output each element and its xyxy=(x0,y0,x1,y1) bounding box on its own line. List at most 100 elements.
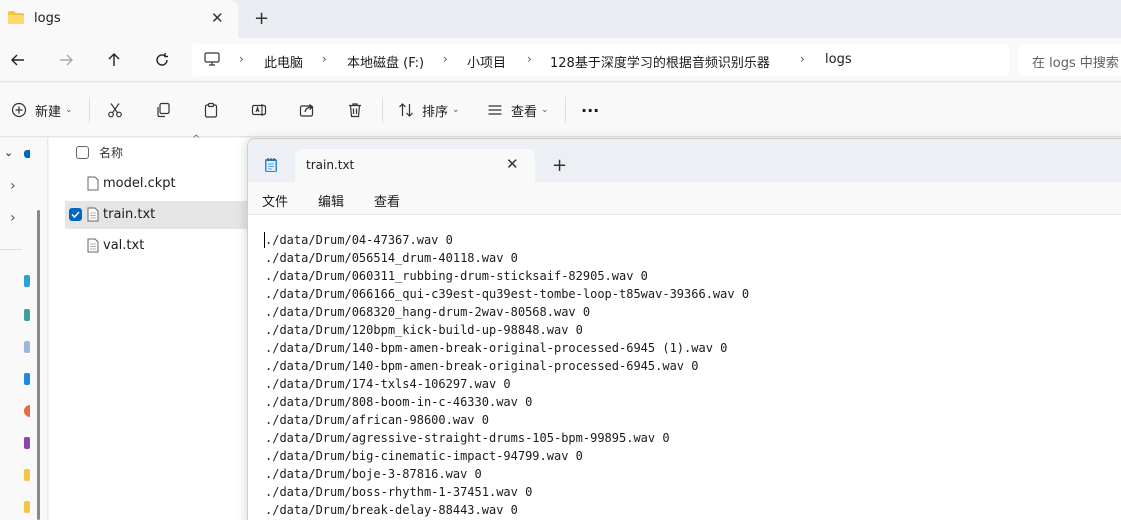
chevron-down-icon: ⌄ xyxy=(452,105,460,115)
trash-icon xyxy=(349,103,361,118)
new-tab-icon[interactable]: + xyxy=(552,155,567,176)
command-bar: 新建 ⌄ 排序 ⌄ 查看 ⌄ ··· xyxy=(0,83,1121,137)
chevron-right-icon: › xyxy=(239,52,244,66)
refresh-icon xyxy=(156,53,168,66)
text-line: ./data/Drum/04-47367.wav 0 xyxy=(265,233,453,247)
view-button-label: 查看 xyxy=(511,104,538,120)
text-line: ./data/Drum/140-bpm-amen-break-original-… xyxy=(265,359,699,373)
chevron-right-icon: › xyxy=(443,52,448,66)
pictures-icon[interactable] xyxy=(24,373,30,385)
scissors-icon xyxy=(108,103,122,118)
home-icon[interactable] xyxy=(24,150,30,158)
back-button[interactable] xyxy=(8,50,28,70)
chevron-right-icon: › xyxy=(322,52,327,66)
file-name: train.txt xyxy=(103,207,156,222)
more-options-button[interactable]: ··· xyxy=(581,100,599,120)
sort-button-label: 排序 xyxy=(422,104,449,120)
text-line: ./data/Drum/boss-rhythm-1-37451.wav 0 xyxy=(265,485,533,499)
divider xyxy=(89,97,90,123)
file-row-val-txt[interactable]: val.txt xyxy=(65,232,249,260)
plus-circle-icon xyxy=(11,102,27,118)
address-bar[interactable]: › 此电脑 › 本地磁盘 (F:) › 小项目 › 128基于深度学习的根据音频… xyxy=(192,44,1009,76)
copy-icon xyxy=(157,102,170,118)
menu-view[interactable]: 查看 xyxy=(374,191,400,210)
notepad-menubar: 文件 编辑 查看 xyxy=(248,182,1121,215)
text-line: ./data/Drum/060311_rubbing-drum-sticksai… xyxy=(265,269,648,283)
refresh-button[interactable] xyxy=(152,50,172,70)
downloads-icon[interactable] xyxy=(24,309,30,321)
new-tab-icon[interactable]: + xyxy=(254,8,269,29)
cut-button[interactable] xyxy=(107,100,123,120)
chevron-right-icon[interactable]: › xyxy=(10,178,16,194)
desktop-icon[interactable] xyxy=(24,275,30,287)
chevron-right-icon[interactable]: › xyxy=(10,210,16,226)
breadcrumb-logs[interactable]: logs xyxy=(825,52,852,67)
back-arrow-icon xyxy=(11,54,24,66)
divider xyxy=(565,97,566,123)
share-icon xyxy=(299,104,314,117)
view-button[interactable]: 查看 ⌄ xyxy=(487,100,549,120)
text-line: ./data/Drum/120bpm_kick-build-up-98848.w… xyxy=(265,323,583,337)
chevron-down-icon[interactable]: ⌄ xyxy=(4,146,13,159)
chevron-right-icon: › xyxy=(800,52,805,66)
file-row-train-txt[interactable]: train.txt xyxy=(65,201,249,229)
paste-button[interactable] xyxy=(203,100,219,120)
navigation-row: › 此电脑 › 本地磁盘 (F:) › 小项目 › 128基于深度学习的根据音频… xyxy=(0,38,1121,82)
column-header-name[interactable]: 名称 xyxy=(99,144,123,161)
music-icon[interactable] xyxy=(24,405,30,417)
breadcrumb-project[interactable]: 128基于深度学习的根据音频识别乐器 xyxy=(550,52,770,71)
text-line: ./data/Drum/african-98600.wav 0 xyxy=(265,413,489,427)
text-line: ./data/Drum/140-bpm-amen-break-original-… xyxy=(265,341,728,355)
folder-icon[interactable] xyxy=(24,501,30,513)
divider xyxy=(382,97,383,123)
clipboard-icon xyxy=(204,102,218,118)
checkbox-checked[interactable] xyxy=(69,208,82,221)
folder-icon xyxy=(8,11,24,24)
notepad-tab-title: train.txt xyxy=(306,158,355,172)
up-arrow-icon xyxy=(108,53,120,66)
menu-edit[interactable]: 编辑 xyxy=(318,191,344,210)
file-name: val.txt xyxy=(103,238,145,253)
delete-button[interactable] xyxy=(347,100,363,120)
close-tab-icon[interactable]: ✕ xyxy=(211,9,224,27)
copy-button[interactable] xyxy=(155,100,171,120)
breadcrumb-drive-f[interactable]: 本地磁盘 (F:) xyxy=(347,52,424,71)
folder-icon[interactable] xyxy=(24,469,30,481)
breadcrumb-this-pc[interactable]: 此电脑 xyxy=(264,52,303,71)
text-file-icon xyxy=(87,238,99,253)
notepad-window: train.txt ✕ + 文件 编辑 查看 ./data/Drum/04-47… xyxy=(247,138,1121,520)
navigation-scrollbar[interactable] xyxy=(37,210,40,520)
up-button[interactable] xyxy=(104,50,124,70)
notepad-text-area[interactable]: ./data/Drum/04-47367.wav 0 ./data/Drum/05… xyxy=(265,231,1121,519)
file-row-model-ckpt[interactable]: model.ckpt xyxy=(65,170,249,198)
share-button[interactable] xyxy=(299,100,315,120)
notepad-tab-train-txt[interactable]: train.txt ✕ xyxy=(295,149,535,182)
videos-icon[interactable] xyxy=(24,437,30,449)
sort-ascending-icon: ^ xyxy=(192,134,201,145)
notepad-app-icon xyxy=(265,158,277,172)
text-line: ./data/Drum/056514_drum-40118.wav 0 xyxy=(265,251,518,265)
file-icon xyxy=(87,176,99,191)
file-list: 名称 ^ model.ckpt train.txt val.txt xyxy=(49,134,249,520)
new-button[interactable]: 新建 ⌄ xyxy=(11,100,73,120)
new-button-label: 新建 xyxy=(35,104,62,120)
navigation-pane: ⌄ › › xyxy=(0,138,48,520)
documents-icon[interactable] xyxy=(24,341,30,353)
search-input[interactable]: 在 logs 中搜索 xyxy=(1018,44,1121,76)
chevron-right-icon: › xyxy=(527,52,532,66)
text-line: ./data/Drum/big-cinematic-impact-94799.w… xyxy=(265,449,583,463)
computer-icon xyxy=(204,52,220,66)
menu-file[interactable]: 文件 xyxy=(262,191,288,210)
explorer-tab-logs[interactable]: logs ✕ xyxy=(0,0,238,38)
rename-button[interactable] xyxy=(251,100,267,120)
forward-button[interactable] xyxy=(56,50,76,70)
text-file-icon xyxy=(87,207,99,222)
text-line: ./data/Drum/break-delay-88443.wav 0 xyxy=(265,503,518,517)
file-name: model.ckpt xyxy=(103,176,176,191)
close-tab-icon[interactable]: ✕ xyxy=(506,155,519,173)
breadcrumb-small-projects[interactable]: 小项目 xyxy=(467,52,506,71)
text-caret xyxy=(264,232,265,248)
select-all-checkbox[interactable] xyxy=(76,146,89,159)
notepad-titlebar[interactable]: train.txt ✕ + xyxy=(248,139,1121,182)
sort-button[interactable]: 排序 ⌄ xyxy=(398,100,460,120)
